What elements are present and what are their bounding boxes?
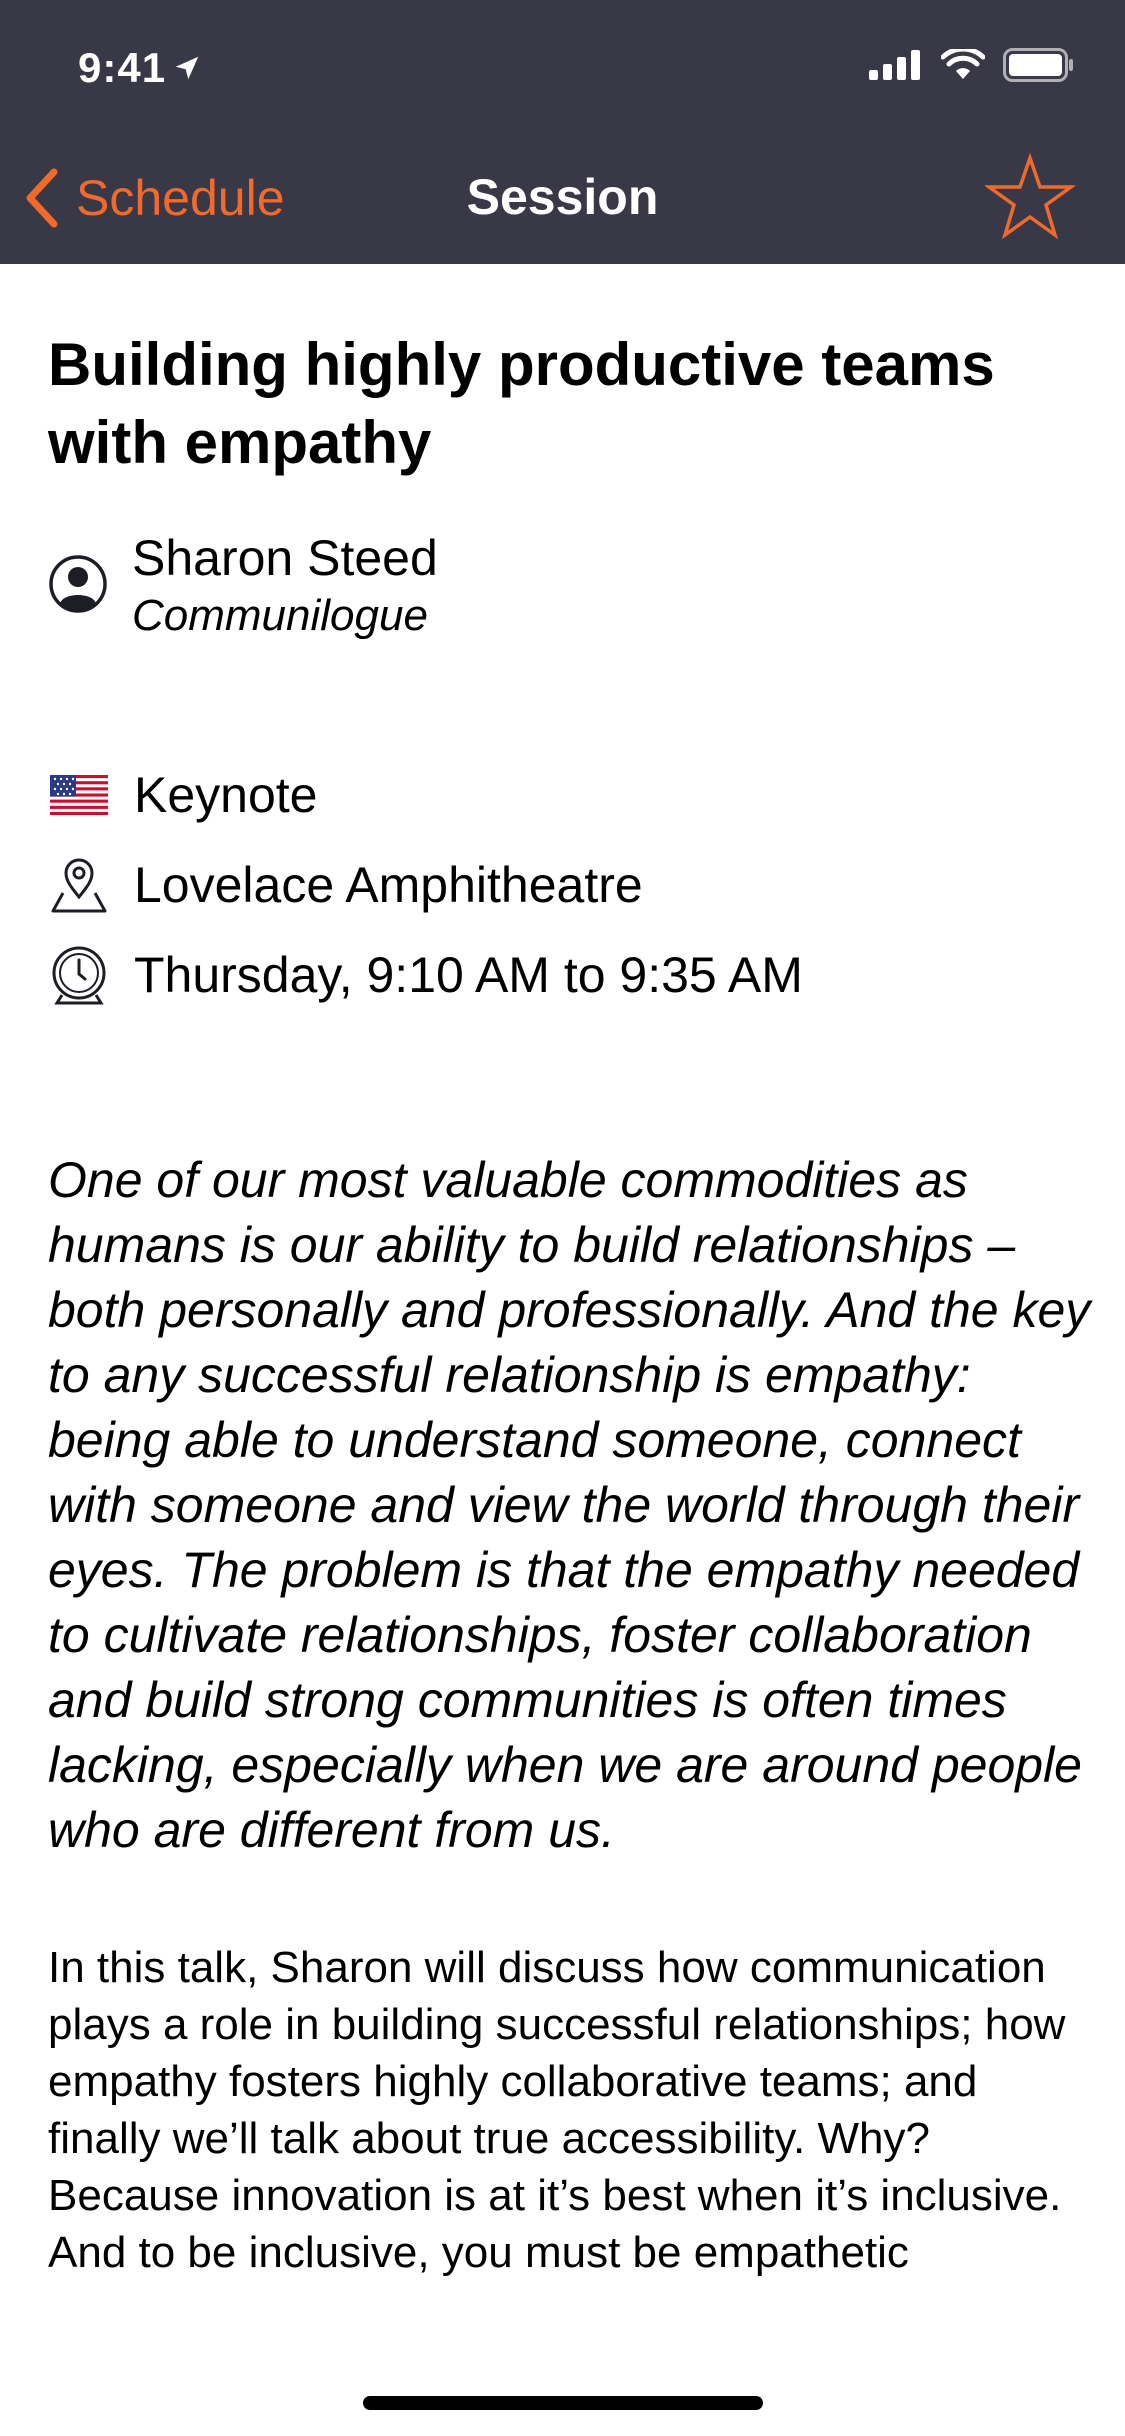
map-pin-icon <box>48 854 110 916</box>
cellular-signal-icon <box>869 50 920 80</box>
time-row: Thursday, 9:10 AM to 9:35 AM <box>48 930 1078 1020</box>
us-flag-icon <box>48 764 110 826</box>
status-bar-time: 9:41 <box>78 44 202 92</box>
session-meta: Keynote Lovelace Amphitheatre Thursday, … <box>48 750 1078 1020</box>
session-room: Lovelace Amphitheatre <box>134 857 643 913</box>
room-row: Lovelace Amphitheatre <box>48 840 1078 930</box>
session-detail: Building highly productive teams with em… <box>48 264 1090 2325</box>
home-indicator[interactable] <box>363 2396 763 2410</box>
speaker-info: Sharon Steed Communilogue <box>132 528 438 644</box>
favorite-star-icon[interactable] <box>985 152 1075 242</box>
session-description: In this talk, Sharon will discuss how co… <box>48 1943 1066 2277</box>
status-bar-indicators <box>869 48 1075 82</box>
wifi-icon <box>941 49 985 79</box>
session-track: Keynote <box>134 767 318 823</box>
page-title: Session <box>466 169 659 225</box>
person-circle-icon <box>49 555 107 613</box>
navigation-header: 9:41 Schedule Session <box>0 0 1125 264</box>
session-time: Thursday, 9:10 AM to 9:35 AM <box>134 947 803 1003</box>
track-row: Keynote <box>48 750 1078 840</box>
status-time-text: 9:41 <box>78 44 167 91</box>
clock-icon <box>48 944 110 1006</box>
session-abstract: One of our most valuable commodities as … <box>48 1152 1091 1858</box>
speaker-company: Communilogue <box>132 591 428 640</box>
location-arrow-icon <box>175 56 199 80</box>
battery-icon <box>1003 48 1073 82</box>
speaker-row[interactable]: Sharon Steed Communilogue <box>48 528 1078 644</box>
speaker-name: Sharon Steed <box>132 530 438 586</box>
session-title: Building highly productive teams with em… <box>48 331 995 476</box>
